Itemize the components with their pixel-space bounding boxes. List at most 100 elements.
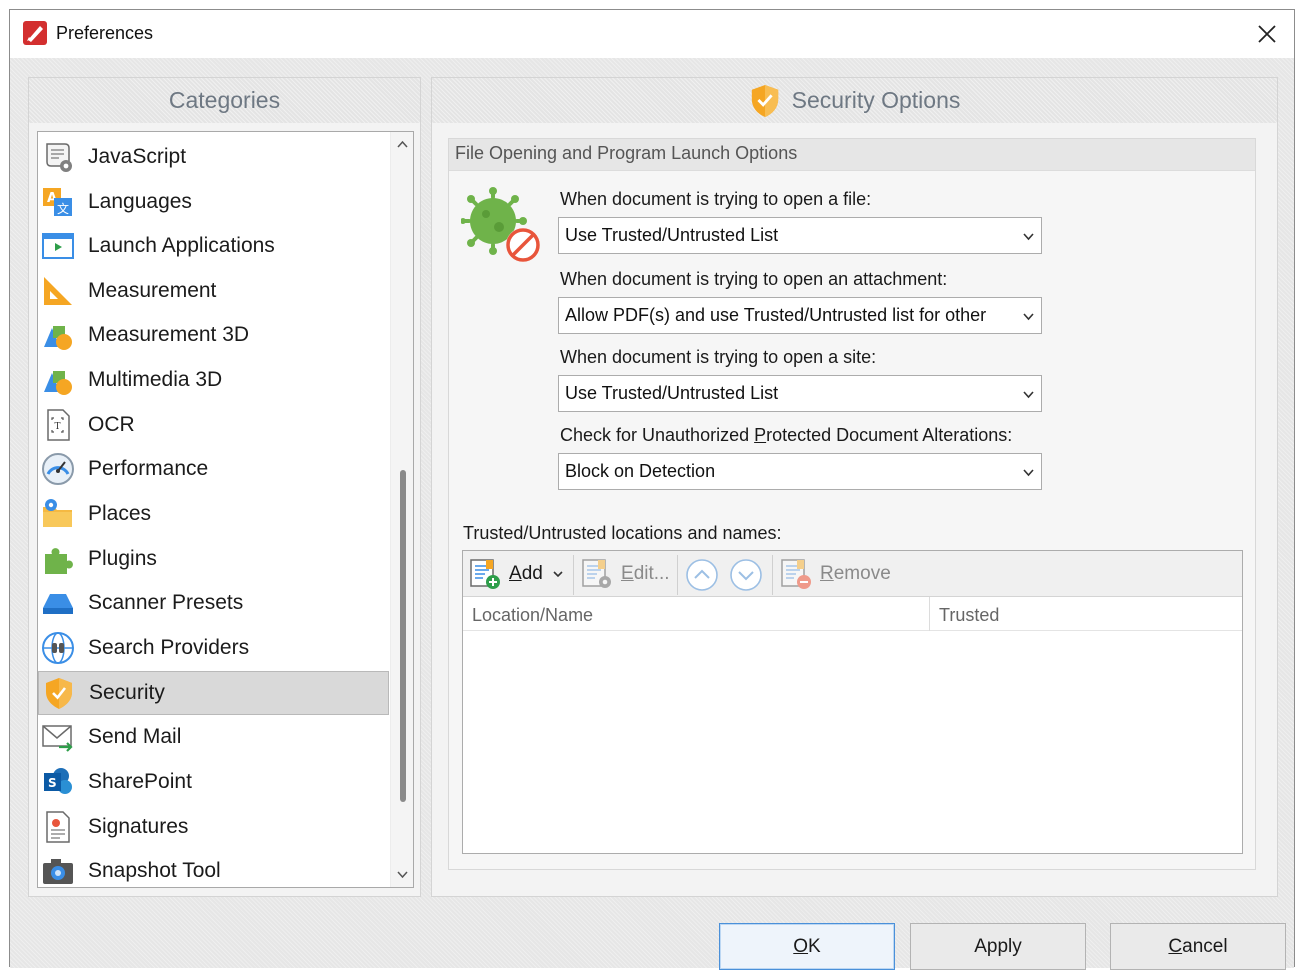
multimedia-3d-icon — [44, 371, 72, 395]
chevron-down-icon — [1023, 391, 1034, 399]
column-location-name[interactable]: Location/Name — [463, 597, 929, 631]
column-trusted[interactable]: Trusted — [930, 597, 1240, 631]
list-header: Location/Name Trusted — [463, 597, 1242, 631]
svg-text:S: S — [48, 776, 57, 790]
category-item-languages[interactable]: A 文 Languages — [38, 180, 389, 224]
category-item-plugins[interactable]: Plugins — [38, 537, 389, 581]
trusted-list-label: Trusted/Untrusted locations and names: — [463, 523, 782, 543]
alterations-dropdown[interactable]: Block on Detection — [558, 453, 1042, 490]
edit-label-rest: dit... — [633, 563, 670, 584]
scrollbar-thumb[interactable] — [400, 470, 406, 802]
group-title: File Opening and Program Launch Options — [449, 139, 1255, 171]
apply-button[interactable]: Apply — [910, 923, 1086, 970]
category-item-snapshot-tool[interactable]: Snapshot Tool — [38, 849, 389, 887]
launch-applications-icon — [42, 233, 74, 259]
category-item-launch-applications[interactable]: Launch Applications — [38, 224, 389, 268]
category-item-multimedia-3d[interactable]: Multimedia 3D — [38, 358, 389, 402]
places-icon — [43, 499, 72, 527]
move-down-button[interactable] — [729, 558, 763, 592]
category-item-javascript[interactable]: JavaScript — [38, 135, 389, 179]
performance-icon — [42, 453, 74, 485]
close-button[interactable] — [1248, 16, 1286, 52]
category-label: OCR — [88, 413, 135, 436]
category-label: Security — [89, 681, 165, 704]
category-item-places[interactable]: Places — [38, 492, 389, 536]
category-item-measurement[interactable]: Measurement — [38, 269, 389, 313]
search-providers-icon — [42, 632, 74, 664]
category-item-search-providers[interactable]: Search Providers — [38, 626, 389, 670]
open-attachment-dropdown[interactable]: Allow PDF(s) and use Trusted/Untrusted l… — [558, 297, 1042, 334]
category-label: Send Mail — [88, 725, 182, 748]
categories-scrollbar[interactable] — [390, 132, 413, 887]
edit-label: Edit... — [621, 563, 670, 585]
toolbar-separator — [772, 555, 773, 595]
category-item-measurement-3d[interactable]: Measurement 3D — [38, 313, 389, 357]
open-attachment-value: Allow PDF(s) and use Trusted/Untrusted l… — [565, 305, 987, 325]
close-icon — [1258, 25, 1276, 43]
remove-label-rest: emove — [833, 563, 891, 584]
snapshot-tool-icon — [43, 859, 73, 884]
category-label: Signatures — [88, 815, 189, 838]
category-label: Measurement — [88, 279, 217, 302]
title-bar: Preferences — [10, 10, 1294, 58]
svg-text:T: T — [55, 422, 61, 432]
signatures-icon — [46, 811, 70, 843]
toolbar-separator — [677, 555, 678, 595]
file-opening-group: File Opening and Program Launch Options — [448, 138, 1256, 870]
open-site-label: When document is trying to open a site: — [560, 347, 877, 367]
ok-accel-key: O — [793, 935, 809, 957]
ok-button[interactable]: OK — [719, 923, 895, 970]
send-mail-icon — [42, 725, 73, 752]
javascript-icon — [46, 143, 72, 172]
list-toolbar: Add Edit... Remove — [463, 551, 1242, 597]
category-item-signatures[interactable]: Signatures — [38, 805, 389, 849]
toolbar-separator — [573, 555, 574, 595]
measurement-icon — [44, 277, 72, 305]
category-item-scanner-presets[interactable]: Scanner Presets — [38, 581, 389, 625]
category-label: Measurement 3D — [88, 323, 250, 346]
category-label: Launch Applications — [88, 234, 275, 257]
security-icon — [46, 678, 72, 709]
window-title: Preferences — [56, 23, 154, 43]
category-label: Languages — [88, 190, 192, 213]
options-title: Security Options — [791, 87, 961, 113]
category-item-security[interactable]: Security — [38, 671, 389, 715]
add-document-icon — [470, 559, 500, 589]
open-site-dropdown[interactable]: Use Trusted/Untrusted List — [558, 375, 1042, 412]
category-item-ocr[interactable]: T OCR — [38, 403, 389, 447]
remove-button[interactable]: Remove — [780, 555, 891, 593]
move-up-button[interactable] — [685, 558, 719, 592]
remove-accel-key: R — [820, 563, 834, 584]
trusted-locations-list[interactable]: Add Edit... Remove Location/Name Trusted — [462, 550, 1243, 854]
chevron-down-icon[interactable] — [552, 568, 564, 580]
cancel-accel-key: C — [1168, 935, 1183, 957]
category-item-sharepoint[interactable]: S SharePoint — [38, 760, 389, 804]
edit-button[interactable]: Edit... — [581, 555, 670, 593]
category-label: SharePoint — [88, 770, 192, 793]
add-label: Add — [509, 563, 543, 585]
add-button[interactable]: Add — [469, 555, 564, 593]
category-item-send-mail[interactable]: Send Mail — [38, 715, 389, 759]
alterations-label-part: rotected Document Alterations: — [766, 425, 1013, 445]
scroll-up-arrow-icon[interactable] — [396, 138, 409, 151]
alterations-label-part: Check for Unauthorized — [560, 425, 755, 445]
category-label: JavaScript — [88, 145, 187, 168]
preferences-dialog: Preferences Categories JavaScript A 文 La… — [9, 9, 1295, 970]
scanner-presets-icon — [43, 594, 73, 614]
category-item-performance[interactable]: Performance — [38, 447, 389, 491]
plugins-icon — [45, 548, 73, 574]
ocr-icon: T — [47, 409, 70, 441]
options-header: Security Options — [432, 78, 1277, 123]
scroll-down-arrow-icon[interactable] — [396, 868, 409, 881]
open-file-label: When document is trying to open a file: — [560, 189, 872, 209]
categories-list[interactable]: JavaScript A 文 Languages Launch Applicat… — [37, 131, 414, 888]
category-label: Multimedia 3D — [88, 368, 223, 391]
open-file-dropdown[interactable]: Use Trusted/Untrusted List — [558, 217, 1042, 254]
cancel-button[interactable]: Cancel — [1110, 923, 1286, 970]
category-label: Performance — [88, 457, 209, 480]
cancel-label-rest: ancel — [1182, 935, 1228, 957]
app-logo-icon — [23, 21, 47, 45]
add-label-rest: dd — [521, 563, 543, 584]
add-accel-key: A — [509, 563, 522, 584]
dialog-client: Categories JavaScript A 文 Languages Laun… — [10, 58, 1294, 970]
